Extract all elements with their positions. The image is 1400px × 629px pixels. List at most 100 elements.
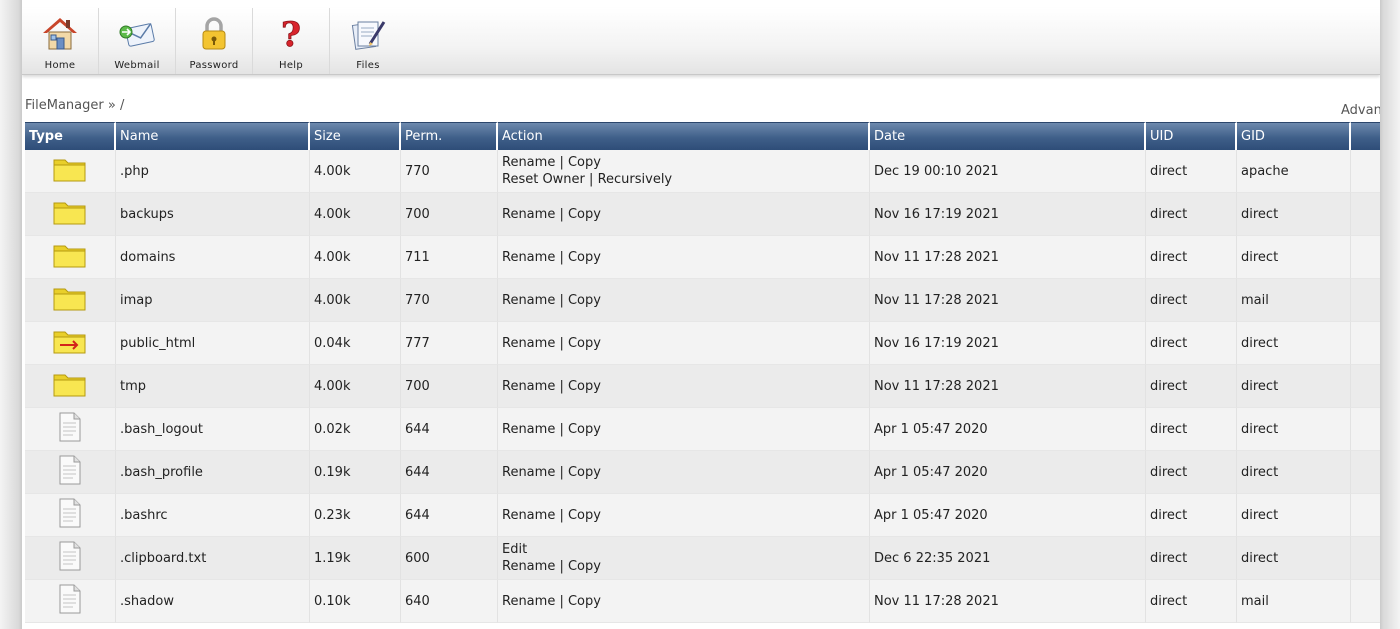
gid-cell: direct bbox=[1237, 365, 1351, 408]
action-rename-link[interactable]: Rename bbox=[502, 465, 555, 480]
file-name-link[interactable]: tmp bbox=[120, 379, 146, 394]
action-edit-link[interactable]: Edit bbox=[502, 542, 527, 557]
file-name-link[interactable]: .bash_profile bbox=[120, 465, 203, 480]
action-copy-link[interactable]: Copy bbox=[568, 465, 601, 480]
action-rename-link[interactable]: Rename bbox=[502, 379, 555, 394]
permission-link[interactable]: 640 bbox=[405, 594, 430, 609]
file-icon[interactable] bbox=[58, 455, 82, 489]
password-button[interactable]: Password bbox=[176, 8, 253, 74]
action-copy-link[interactable]: Copy bbox=[568, 207, 601, 222]
table-row[interactable]: .bash_logout 0.02k 644 Rename | Copy Apr 1 0… bbox=[25, 408, 1380, 451]
name-cell: backups bbox=[116, 193, 310, 236]
extra-cell bbox=[1351, 537, 1380, 580]
permission-link[interactable]: 711 bbox=[405, 250, 430, 265]
table-row[interactable]: .bash_profile 0.19k 644 Rename | Copy Apr 1 … bbox=[25, 451, 1380, 494]
file-name-link[interactable]: .shadow bbox=[120, 594, 174, 609]
date-cell: Nov 11 17:28 2021 bbox=[870, 279, 1146, 322]
perm-cell: 600 bbox=[401, 537, 498, 580]
home-button[interactable]: Home bbox=[22, 8, 99, 74]
permission-link[interactable]: 700 bbox=[405, 379, 430, 394]
file-icon[interactable] bbox=[58, 584, 82, 618]
type-cell bbox=[25, 365, 116, 408]
file-name-link[interactable]: backups bbox=[120, 207, 174, 222]
permission-link[interactable]: 770 bbox=[405, 164, 430, 179]
action-copy-link[interactable]: Copy bbox=[568, 508, 601, 523]
webmail-button[interactable]: Webmail bbox=[99, 8, 176, 74]
folder-icon[interactable] bbox=[53, 288, 87, 315]
action-rename-link[interactable]: Rename bbox=[502, 594, 555, 609]
folder-icon[interactable] bbox=[53, 159, 87, 186]
folder-icon[interactable] bbox=[53, 374, 87, 401]
col-size[interactable]: Size bbox=[310, 122, 401, 150]
permission-link[interactable]: 644 bbox=[405, 465, 430, 480]
file-name-link[interactable]: .clipboard.txt bbox=[120, 551, 206, 566]
action-rename-link[interactable]: Rename bbox=[502, 508, 555, 523]
col-type[interactable]: Type bbox=[25, 122, 116, 150]
folder-icon[interactable] bbox=[53, 202, 87, 229]
perm-cell: 700 bbox=[401, 365, 498, 408]
help-button[interactable]: ? Help bbox=[253, 8, 330, 74]
permission-link[interactable]: 644 bbox=[405, 508, 430, 523]
folder-icon[interactable] bbox=[53, 245, 87, 272]
file-name-link[interactable]: imap bbox=[120, 293, 153, 308]
file-name-link[interactable]: .bash_logout bbox=[120, 422, 203, 437]
permission-link[interactable]: 700 bbox=[405, 207, 430, 222]
file-name-link[interactable]: .php bbox=[120, 164, 149, 179]
action-copy-link[interactable]: Copy bbox=[568, 594, 601, 609]
col-date[interactable]: Date bbox=[870, 122, 1146, 150]
folder-link-icon[interactable] bbox=[53, 331, 87, 358]
col-name[interactable]: Name bbox=[116, 122, 310, 150]
action-rename-link[interactable]: Rename bbox=[502, 559, 555, 574]
col-uid[interactable]: UID bbox=[1146, 122, 1237, 150]
file-icon[interactable] bbox=[58, 498, 82, 532]
action-rename-link[interactable]: Rename bbox=[502, 250, 555, 265]
advanced-link[interactable]: Advan bbox=[1341, 103, 1380, 118]
files-button[interactable]: Files bbox=[330, 8, 406, 74]
file-name-link[interactable]: .bashrc bbox=[120, 508, 168, 523]
files-icon bbox=[351, 21, 386, 50]
action-copy-link[interactable]: Copy bbox=[568, 293, 601, 308]
action-recursively-link[interactable]: Recursively bbox=[598, 172, 673, 187]
permission-link[interactable]: 600 bbox=[405, 551, 430, 566]
col-perm[interactable]: Perm. bbox=[401, 122, 498, 150]
action-copy-link[interactable]: Copy bbox=[568, 379, 601, 394]
table-row[interactable]: public_html 0.04k 777 Rename | Copy Nov 16 1… bbox=[25, 322, 1380, 365]
action-copy-link[interactable]: Copy bbox=[568, 155, 601, 170]
table-row[interactable]: .bashrc 0.23k 644 Rename | Copy Apr 1 05:47 … bbox=[25, 494, 1380, 537]
file-name-link[interactable]: domains bbox=[120, 250, 175, 265]
permission-link[interactable]: 644 bbox=[405, 422, 430, 437]
table-row[interactable]: .shadow 0.10k 640 Rename | Copy Nov 11 17:28… bbox=[25, 580, 1380, 623]
table-row[interactable]: .clipboard.txt 1.19k 600 Edit Rename | Copy D… bbox=[25, 537, 1380, 580]
action-copy-link[interactable]: Copy bbox=[568, 422, 601, 437]
table-row[interactable]: backups 4.00k 700 Rename | Copy Nov 16 17:19… bbox=[25, 193, 1380, 236]
action-rename-link[interactable]: Rename bbox=[502, 422, 555, 437]
date-cell: Nov 11 17:28 2021 bbox=[870, 236, 1146, 279]
file-icon[interactable] bbox=[58, 541, 82, 575]
type-cell bbox=[25, 193, 116, 236]
action-cell: Rename | Copy bbox=[498, 279, 870, 322]
uid-cell: direct bbox=[1146, 494, 1237, 537]
permission-link[interactable]: 777 bbox=[405, 336, 430, 351]
svg-text:?: ? bbox=[281, 15, 301, 54]
file-name-link[interactable]: public_html bbox=[120, 336, 195, 351]
permission-link[interactable]: 770 bbox=[405, 293, 430, 308]
name-cell: domains bbox=[116, 236, 310, 279]
action-copy-link[interactable]: Copy bbox=[568, 559, 601, 574]
action-reset-owner-link[interactable]: Reset Owner bbox=[502, 172, 585, 187]
breadcrumb: FileManager » / bbox=[25, 98, 125, 113]
name-cell: .bash_profile bbox=[116, 451, 310, 494]
action-copy-link[interactable]: Copy bbox=[568, 250, 601, 265]
gid-cell: mail bbox=[1237, 279, 1351, 322]
table-row[interactable]: imap 4.00k 770 Rename | Copy Nov 11 17:28 20… bbox=[25, 279, 1380, 322]
table-row[interactable]: .php 4.00k 770 Rename | Copy Reset Owner | R… bbox=[25, 150, 1380, 193]
action-copy-link[interactable]: Copy bbox=[568, 336, 601, 351]
file-icon[interactable] bbox=[58, 412, 82, 446]
action-rename-link[interactable]: Rename bbox=[502, 207, 555, 222]
col-gid[interactable]: GID bbox=[1237, 122, 1351, 150]
table-row[interactable]: domains 4.00k 711 Rename | Copy Nov 11 17:28… bbox=[25, 236, 1380, 279]
action-rename-link[interactable]: Rename bbox=[502, 155, 555, 170]
action-rename-link[interactable]: Rename bbox=[502, 336, 555, 351]
table-row[interactable]: tmp 4.00k 700 Rename | Copy Nov 11 17:28 202… bbox=[25, 365, 1380, 408]
action-rename-link[interactable]: Rename bbox=[502, 293, 555, 308]
gid-cell: direct bbox=[1237, 193, 1351, 236]
